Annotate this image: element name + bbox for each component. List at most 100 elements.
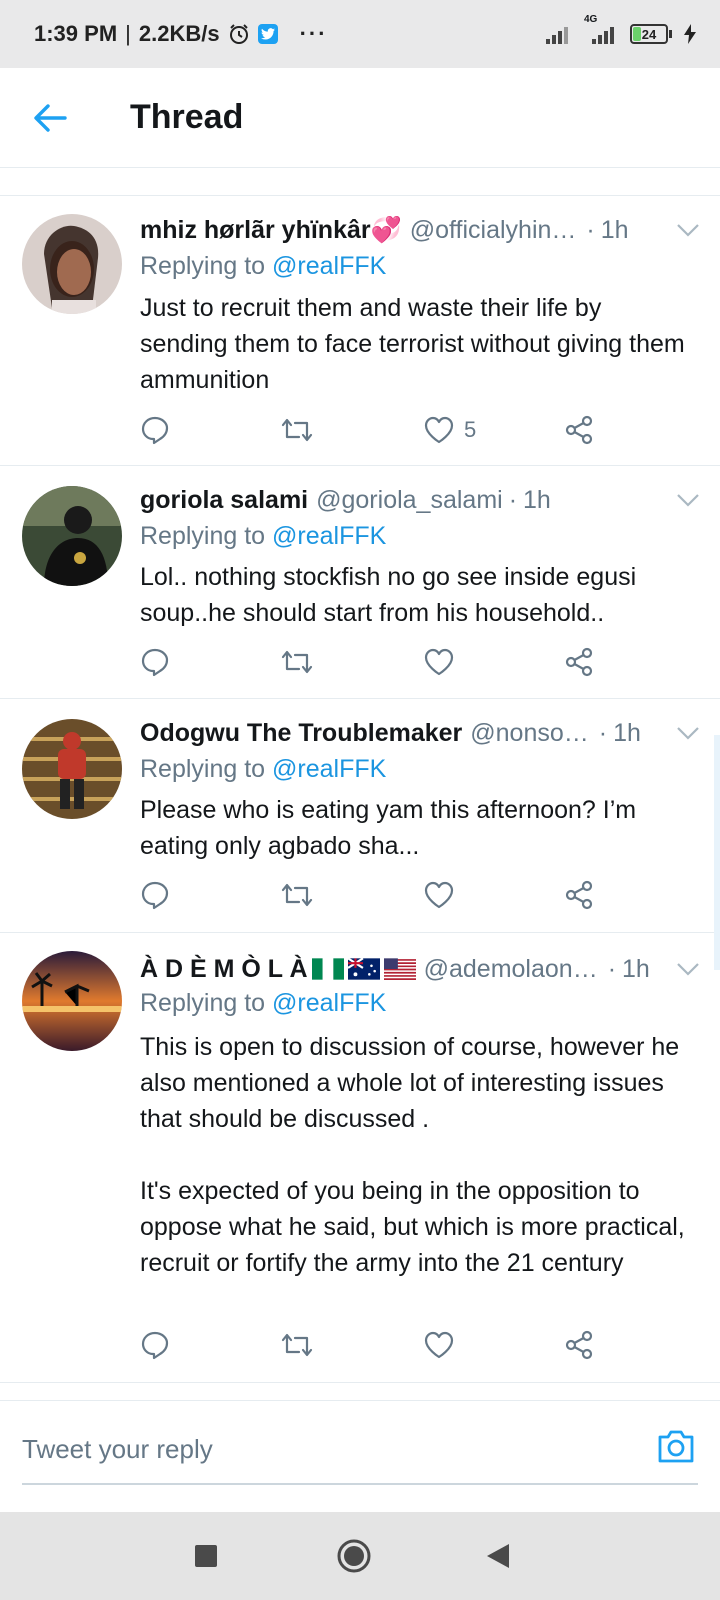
like-button[interactable]: 5 <box>424 410 476 450</box>
like-button[interactable] <box>424 875 464 915</box>
reply-icon <box>141 416 169 445</box>
reply-composer <box>0 1400 720 1504</box>
user-handle[interactable]: @nonso… <box>470 719 589 748</box>
chevron-down-icon <box>677 963 699 976</box>
reply-icon <box>141 648 169 677</box>
reply-button[interactable] <box>140 1325 170 1365</box>
avatar[interactable] <box>22 214 122 314</box>
time-separator: · <box>607 954 617 983</box>
chevron-down-icon <box>677 224 699 237</box>
reply-input-underline <box>22 1483 698 1485</box>
replying-to-mention[interactable]: @realFFK <box>272 252 386 280</box>
triangle-back-icon <box>487 1544 509 1568</box>
signal-icon <box>546 24 572 44</box>
heart-icon <box>424 648 454 676</box>
avatar[interactable] <box>22 486 122 586</box>
retweet-icon <box>281 418 313 442</box>
user-handle[interactable]: @ademolaon… <box>424 955 598 984</box>
retweet-button[interactable] <box>280 875 314 915</box>
alarm-icon <box>228 23 250 45</box>
tweet-actions: 5 <box>140 410 620 450</box>
replying-to-label: Replying to <box>140 755 266 783</box>
recents-button[interactable] <box>186 1536 226 1576</box>
tweet-actions <box>140 642 620 682</box>
tweet-time: 1h <box>600 215 629 244</box>
tweet[interactable]: À D È M Ò L À @ademolaon… · 1h Replying … <box>0 933 720 1383</box>
share-button[interactable] <box>564 875 594 915</box>
square-icon <box>195 1545 217 1567</box>
display-name[interactable]: À D È M Ò L À <box>140 955 308 984</box>
time-separator: · <box>586 215 595 244</box>
reply-button[interactable] <box>140 875 170 915</box>
status-separator: | <box>125 21 131 46</box>
tweet-text: Please who is eating yam this afternoon?… <box>140 796 637 860</box>
replying-to-label: Replying to <box>140 989 266 1017</box>
share-button[interactable] <box>564 410 594 450</box>
display-name[interactable]: goriola salami <box>140 486 308 515</box>
share-icon <box>565 880 593 910</box>
display-name[interactable]: mhiz hørlãr yhïnkâr💞 <box>140 216 402 245</box>
chevron-down-icon <box>677 494 699 507</box>
camera-icon <box>658 1430 694 1463</box>
replying-to-mention[interactable]: @realFFK <box>272 522 386 550</box>
replying-to-label: Replying to <box>140 522 266 550</box>
share-icon <box>565 1330 593 1360</box>
replying-to-label: Replying to <box>140 252 266 280</box>
share-button[interactable] <box>564 642 594 682</box>
tweet-time: 1h <box>523 485 551 514</box>
status-bar: 1:39 PM | 2.2KB/s ··· 4G 24 <box>0 0 720 68</box>
avatar[interactable] <box>22 719 122 819</box>
like-button[interactable] <box>424 642 464 682</box>
circle-icon <box>337 1539 371 1573</box>
retweet-icon <box>281 1333 313 1357</box>
top-app-bar: Thread <box>0 68 720 168</box>
time-separator: · <box>598 718 608 747</box>
arrow-left-icon <box>34 103 67 132</box>
reply-input[interactable] <box>22 1423 622 1475</box>
share-icon <box>565 415 593 445</box>
tweet-actions <box>140 875 620 915</box>
user-handle[interactable]: @officialyhin… <box>410 216 577 245</box>
tweet-menu-button[interactable] <box>664 493 700 507</box>
reply-icon <box>141 881 169 910</box>
page-title: Thread <box>130 98 244 136</box>
status-time: 1:39 PM <box>34 21 118 46</box>
home-button[interactable] <box>334 1536 374 1576</box>
battery-level: 24 <box>641 26 657 42</box>
time-separator: · <box>508 485 518 514</box>
tweet-actions <box>140 1325 620 1365</box>
tweet-menu-button[interactable] <box>664 726 700 740</box>
replying-to-mention[interactable]: @realFFK <box>272 755 386 783</box>
replying-to-mention[interactable]: @realFFK <box>272 989 386 1017</box>
back-nav-button[interactable] <box>478 1536 518 1576</box>
replying-to: Replying to @realFFK <box>140 989 386 1018</box>
like-count: 5 <box>464 417 477 442</box>
tweet-menu-button[interactable] <box>664 962 700 976</box>
like-button[interactable] <box>424 1325 464 1365</box>
display-name[interactable]: Odogwu The Troublemaker <box>140 719 462 748</box>
avatar[interactable] <box>22 951 122 1051</box>
back-button[interactable] <box>20 88 80 148</box>
twitter-notification-icon <box>257 24 278 44</box>
scroll-indicator[interactable] <box>714 735 720 970</box>
share-button[interactable] <box>564 1325 594 1365</box>
status-speed: 2.2KB/s <box>138 21 220 46</box>
reply-button[interactable] <box>140 642 170 682</box>
more-notifications-icon: ··· <box>299 21 328 46</box>
user-handle[interactable]: @goriola_salami <box>316 486 503 515</box>
retweet-button[interactable] <box>280 642 314 682</box>
retweet-button[interactable] <box>280 1325 314 1365</box>
retweet-icon <box>281 883 313 907</box>
tweet[interactable]: goriola salami @goriola_salami · 1h Repl… <box>0 466 720 699</box>
retweet-button[interactable] <box>280 410 314 450</box>
replying-to: Replying to @realFFK <box>140 522 386 551</box>
system-navigation-bar <box>0 1512 720 1600</box>
tweet[interactable]: Odogwu The Troublemaker @nonso… · 1h Rep… <box>0 699 720 933</box>
replying-to: Replying to @realFFK <box>140 252 386 281</box>
tweet-menu-button[interactable] <box>664 223 700 237</box>
reply-button[interactable] <box>140 410 170 450</box>
tweet[interactable]: mhiz hørlãr yhïnkâr💞 @officialyhin… · 1h… <box>0 196 720 466</box>
retweet-icon <box>281 650 313 674</box>
charging-icon <box>684 24 696 44</box>
camera-button[interactable] <box>654 1425 698 1469</box>
